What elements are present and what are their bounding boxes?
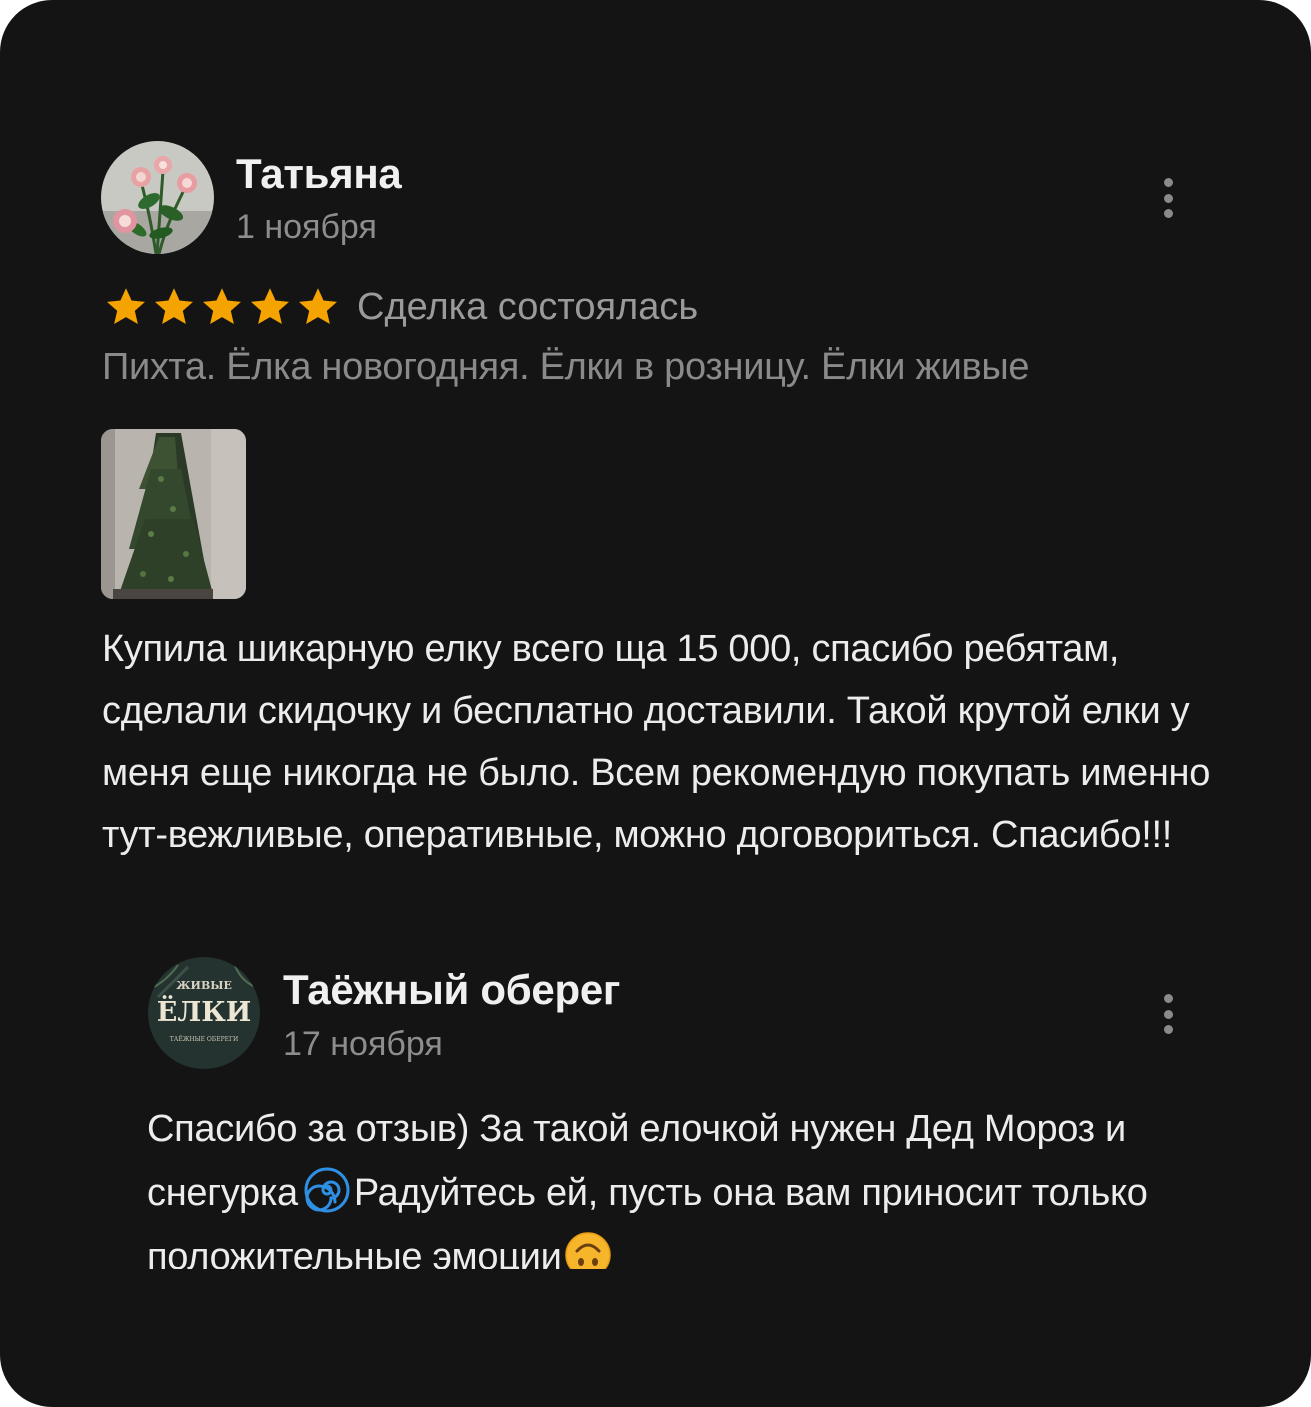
star-icon <box>251 288 289 325</box>
reviewer-avatar[interactable] <box>101 141 214 254</box>
upside-down-face-emoji-icon <box>564 1232 611 1269</box>
review-text: Купила шикарную елку всего ща 15 000, сп… <box>102 628 1211 856</box>
seller-name[interactable]: Таёжный оберег <box>283 966 620 1014</box>
cyclone-emoji-icon <box>304 1167 350 1213</box>
star-icon <box>107 288 145 325</box>
product-title[interactable]: Пихта. Ёлка новогодняя. Ёлки в розницу. … <box>102 346 1030 389</box>
review-card: Татьяна 1 ноября Сделка состоялась Пихта… <box>0 0 1311 1407</box>
svg-text:ТАЁЖНЫЕ ОБЕРЕГИ: ТАЁЖНЫЕ ОБЕРЕГИ <box>170 1036 238 1043</box>
svg-text:ЖИВЫЕ: ЖИВЫЕ <box>176 979 232 992</box>
reply-date: 17 ноября <box>283 1025 443 1063</box>
review-date: 1 ноября <box>236 208 377 246</box>
review-photo[interactable] <box>101 429 246 599</box>
deal-status: Сделка состоялась <box>357 285 699 328</box>
star-icon <box>203 288 241 325</box>
reviewer-name[interactable]: Татьяна <box>236 150 402 198</box>
seller-avatar[interactable]: ЖИВЫЕ ЁЛКИ ТАЁЖНЫЕ ОБЕРЕГИ <box>148 957 260 1069</box>
review-more-options-icon[interactable] <box>1153 178 1183 218</box>
star-icon <box>155 288 193 325</box>
star-icon <box>299 288 337 325</box>
star-rating <box>103 284 341 330</box>
reply-text: Спасибо за отзыв) За такой елочкой нужен… <box>147 1097 1207 1269</box>
rating-row: Сделка состоялась <box>103 282 698 332</box>
reply-more-options-icon[interactable] <box>1153 994 1183 1034</box>
svg-text:ЁЛКИ: ЁЛКИ <box>157 994 252 1028</box>
